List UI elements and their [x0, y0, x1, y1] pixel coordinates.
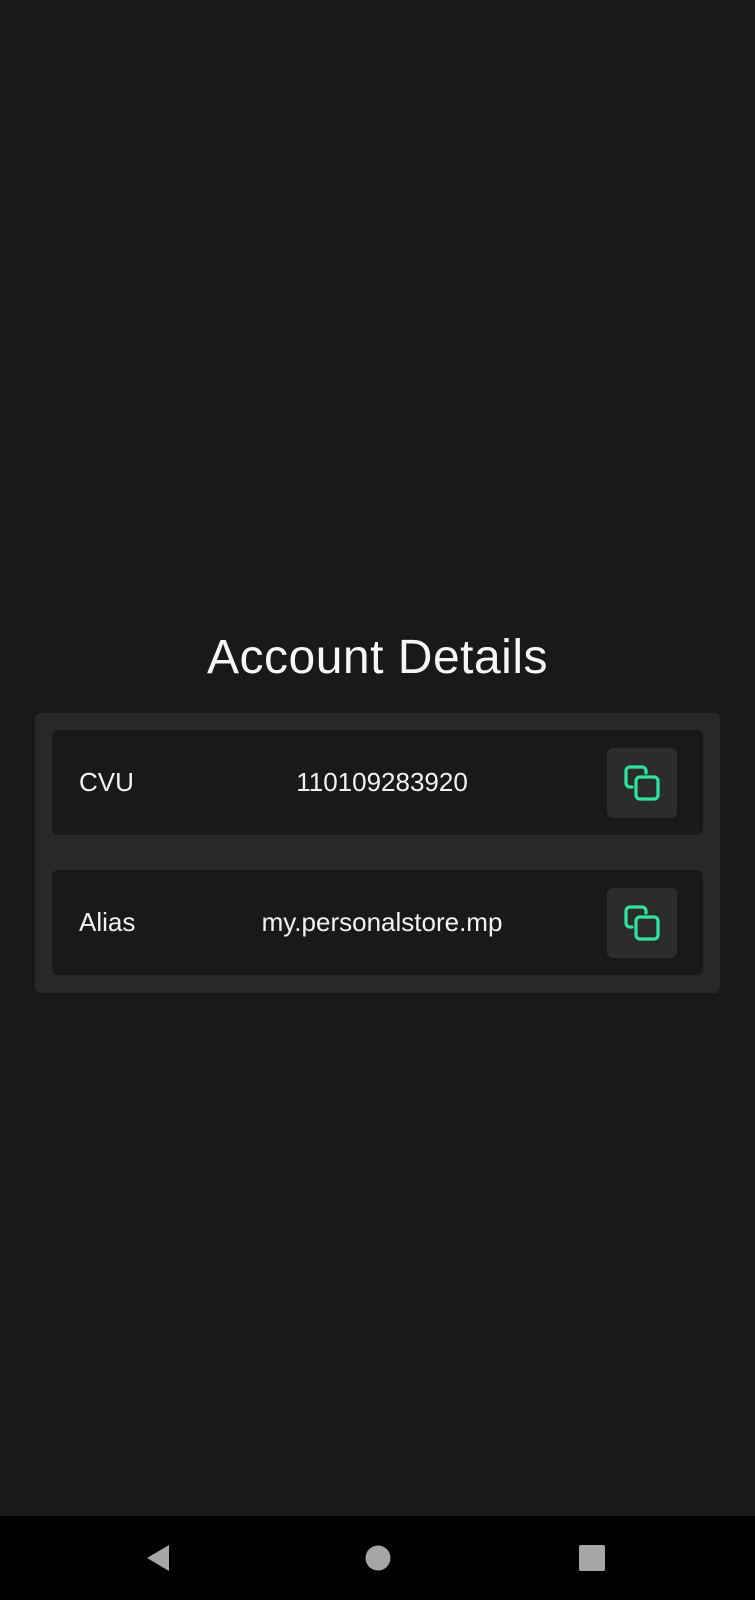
- alias-label: Alias: [79, 907, 136, 937]
- cvu-value: 110109283920: [296, 767, 468, 797]
- copy-icon: [624, 905, 660, 941]
- nav-home-button[interactable]: [333, 1516, 423, 1600]
- account-details-screen: Account Details CVU 110109283920 Alias m…: [0, 0, 755, 1516]
- detail-row-cvu: CVU 110109283920: [52, 730, 703, 835]
- system-navigation-bar: [0, 1516, 755, 1600]
- triangle-back-icon: [147, 1545, 169, 1571]
- nav-back-button[interactable]: [113, 1516, 203, 1600]
- square-recents-icon: [579, 1545, 605, 1571]
- page-title: Account Details: [207, 631, 548, 685]
- detail-row-alias: Alias my.personalstore.mp: [52, 870, 703, 975]
- nav-recents-button[interactable]: [547, 1516, 637, 1600]
- copy-alias-button[interactable]: [607, 888, 677, 958]
- alias-value: my.personalstore.mp: [261, 907, 503, 937]
- circle-home-icon: [365, 1545, 391, 1571]
- cvu-label: CVU: [79, 767, 134, 797]
- account-details-card: CVU 110109283920 Alias my.personalstore.…: [35, 713, 720, 993]
- copy-cvu-button[interactable]: [607, 748, 677, 818]
- copy-icon: [624, 765, 660, 801]
